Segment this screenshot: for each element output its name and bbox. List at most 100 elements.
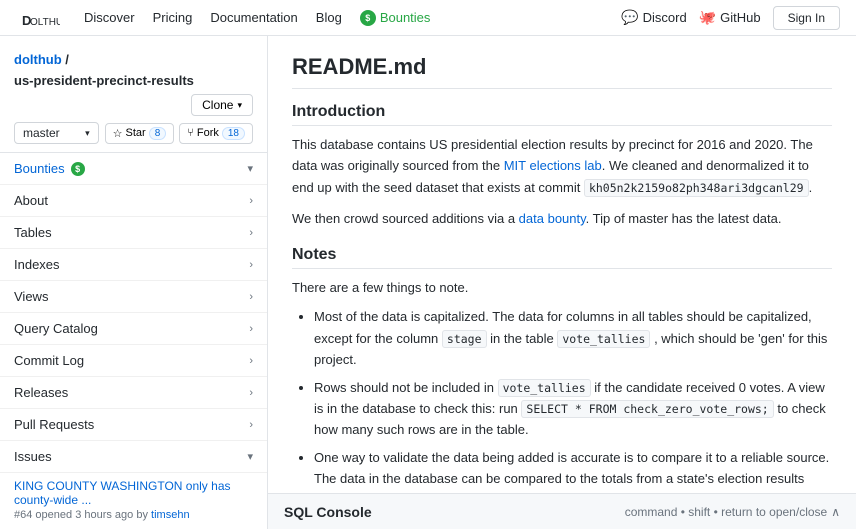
query-catalog-label: Query Catalog: [14, 321, 98, 336]
sidebar-item-releases[interactable]: Releases ›: [0, 377, 267, 409]
pull-requests-chevron-icon: ›: [249, 419, 253, 431]
intro-para2: We then crowd sourced additions via a da…: [292, 208, 832, 229]
sidebar-item-query-catalog[interactable]: Query Catalog ›: [0, 313, 267, 345]
star-button[interactable]: ☆ Star 8: [105, 123, 175, 144]
sidebar-item-pull-requests[interactable]: Pull Requests ›: [0, 409, 267, 441]
nav-link-documentation[interactable]: Documentation: [210, 10, 297, 25]
bounties-section-badge: $: [71, 162, 85, 176]
issue-time-ago: 3 hours ago: [75, 509, 133, 521]
sql-console-chevron-icon: ∧: [831, 505, 840, 519]
sidebar-item-indexes[interactable]: Indexes ›: [0, 249, 267, 281]
issues-chevron-icon: ▾: [247, 450, 253, 463]
logo[interactable]: D OLTHUB: [16, 3, 60, 33]
sidebar-item-tables[interactable]: Tables ›: [0, 217, 267, 249]
commit-hash: kh05n2k2159o82ph348ari3dgcanl29: [584, 179, 809, 197]
svg-text:OLTHUB: OLTHUB: [30, 17, 60, 28]
issues-label: Issues: [14, 449, 52, 464]
star-fork-group: ☆ Star 8 ⑂ Fork 18: [105, 123, 253, 144]
note-item-2: Rows should not be included in vote_tall…: [314, 377, 832, 441]
intro-para1: This database contains US presidential e…: [292, 134, 832, 198]
issue-meta: #64 opened 3 hours ago by timsehn: [14, 509, 253, 521]
mit-elections-lab-link[interactable]: MIT elections lab: [504, 158, 602, 173]
nav-github[interactable]: 🐙 GitHub: [699, 9, 761, 26]
sidebar-item-issues[interactable]: Issues ▾: [0, 441, 267, 473]
branch-chevron-icon: ▾: [85, 128, 90, 139]
indexes-chevron-icon: ›: [249, 259, 253, 271]
sql-hint-text: command • shift • return to open/close: [625, 505, 828, 519]
stage-code: stage: [442, 330, 487, 348]
repo-path: dolthub / us-president-precinct-results: [0, 44, 267, 94]
main-content: README.md Introduction This database con…: [268, 36, 856, 493]
sidebar: dolthub / us-president-precinct-results …: [0, 36, 268, 529]
commit-log-chevron-icon: ›: [249, 355, 253, 367]
clone-label: Clone: [202, 98, 233, 112]
tables-label: Tables: [14, 225, 52, 240]
note-item-3: One way to validate the data being added…: [314, 447, 832, 493]
notes-intro: There are a few things to note.: [292, 277, 832, 298]
pull-requests-label: Pull Requests: [14, 417, 94, 432]
vote-tallies-code2: vote_tallies: [498, 379, 591, 397]
repo-owner-link[interactable]: dolthub: [14, 52, 62, 67]
github-icon: 🐙: [699, 9, 716, 26]
sql-console-hint: command • shift • return to open/close ∧: [625, 505, 840, 519]
clone-row: Clone ▾: [0, 94, 267, 122]
discord-icon: 💬: [621, 9, 638, 26]
star-label: Star: [126, 127, 146, 139]
nav-link-pricing[interactable]: Pricing: [153, 10, 193, 25]
sidebar-item-about[interactable]: About ›: [0, 185, 267, 217]
nav-link-blog[interactable]: Blog: [316, 10, 342, 25]
nav-link-discover[interactable]: Discover: [84, 10, 135, 25]
note-item-1: Most of the data is capitalized. The dat…: [314, 306, 832, 370]
issue-author-link[interactable]: timsehn: [151, 509, 190, 521]
bounties-chevron-icon: ▾: [247, 162, 253, 175]
star-icon: ☆: [113, 127, 123, 140]
github-label: GitHub: [720, 10, 760, 25]
repo-name: us-president-precinct-results: [14, 71, 253, 91]
about-chevron-icon: ›: [249, 195, 253, 207]
discord-label: Discord: [643, 10, 687, 25]
issue-title[interactable]: KING COUNTY WASHINGTON only has county-w…: [14, 479, 253, 507]
views-label: Views: [14, 289, 48, 304]
commit-log-label: Commit Log: [14, 353, 84, 368]
sidebar-sections: Bounties $ ▾ About › Tables › Indexes ›: [0, 152, 267, 529]
notes-heading: Notes: [292, 246, 832, 269]
sql-console-title: SQL Console: [284, 504, 372, 520]
notes-list: Most of the data is capitalized. The dat…: [292, 306, 832, 493]
fork-label: Fork: [197, 127, 219, 139]
fork-count-badge: 18: [222, 127, 245, 140]
intro-heading: Introduction: [292, 103, 832, 126]
sidebar-item-views[interactable]: Views ›: [0, 281, 267, 313]
bounties-dollar-icon: $: [360, 10, 376, 26]
bounties-label: Bounties: [380, 10, 431, 25]
sql-console-bar[interactable]: SQL Console command • shift • return to …: [268, 493, 856, 529]
nav-discord[interactable]: 💬 Discord: [621, 9, 687, 26]
vote-tallies-code: vote_tallies: [557, 330, 650, 348]
sidebar-item-commit-log[interactable]: Commit Log ›: [0, 345, 267, 377]
issue-number: #64: [14, 509, 32, 521]
releases-label: Releases: [14, 385, 68, 400]
branch-name: master: [23, 126, 60, 140]
readme-title: README.md: [292, 54, 832, 89]
select-code: SELECT * FROM check_zero_vote_rows;: [521, 400, 773, 418]
query-catalog-chevron-icon: ›: [249, 323, 253, 335]
sidebar-item-bounties[interactable]: Bounties $ ▾: [0, 153, 267, 185]
signin-button[interactable]: Sign In: [773, 6, 840, 30]
nav-link-bounties[interactable]: $ Bounties: [360, 10, 431, 26]
bounties-section-label: Bounties: [14, 161, 65, 176]
indexes-label: Indexes: [14, 257, 60, 272]
data-bounty-link[interactable]: data bounty: [519, 211, 586, 226]
fork-button[interactable]: ⑂ Fork 18: [179, 123, 253, 144]
about-label: About: [14, 193, 48, 208]
top-nav: D OLTHUB Discover Pricing Documentation …: [0, 0, 856, 36]
nav-right: 💬 Discord 🐙 GitHub Sign In: [621, 6, 840, 30]
branch-select[interactable]: master ▾: [14, 122, 99, 144]
releases-chevron-icon: ›: [249, 387, 253, 399]
clone-chevron-icon: ▾: [237, 100, 242, 111]
tables-chevron-icon: ›: [249, 227, 253, 239]
issue-item: KING COUNTY WASHINGTON only has county-w…: [0, 473, 267, 525]
issue-count: There are 1 issues: [0, 525, 267, 529]
star-count-badge: 8: [149, 127, 167, 140]
views-chevron-icon: ›: [249, 291, 253, 303]
clone-button[interactable]: Clone ▾: [191, 94, 253, 116]
branch-star-fork-row: master ▾ ☆ Star 8 ⑂ Fork 18: [0, 122, 267, 152]
